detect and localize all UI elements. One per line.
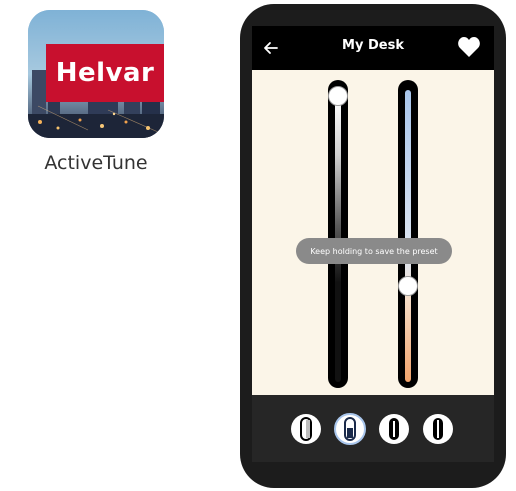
preset-button-4[interactable] — [422, 413, 454, 445]
preset-button-1[interactable] — [290, 413, 322, 445]
app-name-label: ActiveTune — [44, 152, 148, 174]
page-title: My Desk — [342, 38, 404, 53]
brightness-slider[interactable] — [328, 80, 348, 388]
preset-button-2[interactable] — [334, 413, 366, 445]
preset-button-3[interactable] — [378, 413, 410, 445]
app-icon[interactable]: Helvar — [28, 10, 164, 138]
brightness-slider-handle[interactable] — [328, 86, 348, 106]
brand-logo: Helvar — [46, 44, 164, 102]
heart-icon[interactable] — [457, 36, 481, 58]
color-temperature-slider-fill — [405, 90, 411, 382]
back-arrow-icon[interactable] — [262, 39, 280, 57]
toast-message: Keep holding to save the preset — [296, 238, 452, 264]
brand-logo-text: Helvar — [55, 58, 155, 88]
phone-frame: My Desk Keep holding to save the preset — [240, 4, 506, 488]
top-bar: My Desk — [252, 26, 494, 70]
preset-bar — [252, 395, 494, 462]
color-temperature-slider-handle[interactable] — [398, 276, 418, 296]
phone-screen: My Desk Keep holding to save the preset — [252, 26, 494, 462]
color-temperature-slider[interactable] — [398, 80, 418, 388]
